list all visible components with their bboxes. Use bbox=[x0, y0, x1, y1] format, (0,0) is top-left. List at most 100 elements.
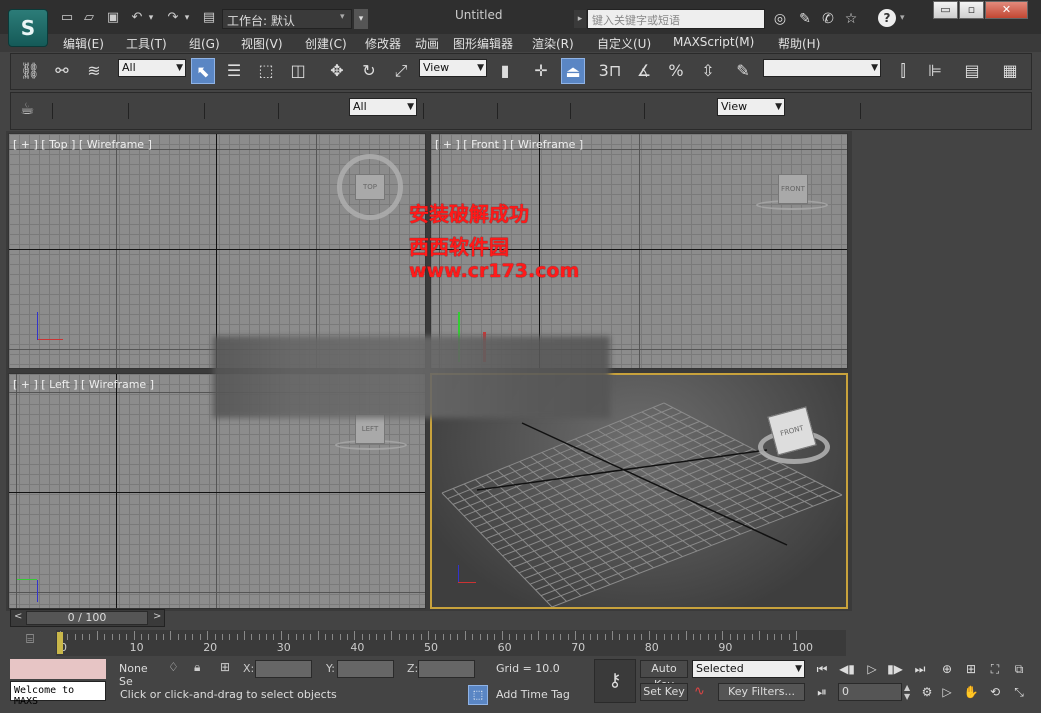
menu-item[interactable]: 渲染(R) bbox=[532, 35, 574, 52]
time-slider-value[interactable]: 0 / 100 bbox=[26, 611, 148, 625]
wrench-icon[interactable]: ✎ bbox=[795, 10, 815, 28]
play-icon[interactable]: ▷ bbox=[863, 660, 881, 678]
x-coord-field[interactable] bbox=[255, 660, 312, 678]
link-icon[interactable]: ⛓ bbox=[18, 58, 42, 84]
zoom-icon[interactable]: ⊕ bbox=[938, 660, 956, 678]
communication-icon[interactable]: ✆ bbox=[818, 10, 838, 28]
selection-filter-select[interactable]: All ▼ bbox=[118, 59, 186, 77]
undo-icon[interactable]: ↶ bbox=[128, 10, 146, 26]
pan-icon[interactable]: ✋ bbox=[962, 683, 980, 701]
next-frame-icon[interactable]: ▮▶ bbox=[886, 660, 904, 678]
rotate-icon[interactable]: ↻ bbox=[357, 58, 381, 84]
workspace-menu-button[interactable]: ▾ bbox=[354, 9, 368, 29]
key-mode-toggle-icon[interactable]: ⏯ bbox=[813, 683, 831, 701]
prev-frame-icon[interactable]: ◀▮ bbox=[838, 660, 856, 678]
key-tangent-icon[interactable]: ∿ bbox=[694, 684, 705, 699]
select-object-icon[interactable]: ⬉ bbox=[191, 58, 215, 84]
orbit-icon[interactable]: ⟲ bbox=[986, 683, 1004, 701]
ribbon-view-select[interactable]: View ▼ bbox=[717, 98, 785, 116]
goto-end-icon[interactable]: ⏭ bbox=[911, 660, 929, 678]
keyboard-shortcut-override-icon[interactable]: ⏏ bbox=[561, 58, 585, 84]
menu-item[interactable]: 视图(V) bbox=[241, 35, 283, 52]
spinner-snap-icon[interactable]: ⇳ bbox=[696, 58, 720, 84]
maxscript-listener-pink[interactable] bbox=[10, 659, 106, 679]
select-manipulate-icon[interactable]: ✛ bbox=[529, 58, 553, 84]
time-tag-icon[interactable]: ⬚ bbox=[468, 685, 488, 705]
help-icon[interactable]: ? bbox=[878, 9, 896, 27]
zoom-extents-all-icon[interactable]: ⧉ bbox=[1010, 660, 1028, 678]
menu-item[interactable]: 编辑(E) bbox=[63, 35, 104, 52]
redo-dropdown-icon[interactable]: ▾ bbox=[182, 10, 192, 26]
close-button[interactable]: ✕ bbox=[985, 1, 1028, 19]
angle-snap-icon[interactable]: ∡ bbox=[632, 58, 656, 84]
minimize-button[interactable]: ▭ bbox=[933, 1, 958, 19]
current-frame-field[interactable]: 0 bbox=[838, 683, 902, 701]
named-selection-select[interactable]: ▼ bbox=[763, 59, 881, 77]
maxscript-listener[interactable]: Welcome to MAXS bbox=[10, 681, 106, 707]
undo-dropdown-icon[interactable]: ▾ bbox=[146, 10, 156, 26]
favorites-star-icon[interactable]: ☆ bbox=[841, 10, 861, 28]
binoculars-icon[interactable]: ◎ bbox=[770, 10, 790, 28]
scale-icon[interactable]: ⤢ bbox=[389, 58, 413, 84]
lock-icon[interactable]: 🔒︎ bbox=[194, 660, 200, 675]
viewcube-icon[interactable]: FRONT bbox=[778, 174, 808, 204]
menu-item[interactable]: 帮助(H) bbox=[778, 35, 820, 52]
project-folder-icon[interactable]: ▤ bbox=[200, 10, 218, 26]
help-dropdown-icon[interactable]: ▾ bbox=[900, 13, 905, 23]
menu-item[interactable]: 创建(C) bbox=[305, 35, 347, 52]
y-coord-field[interactable] bbox=[337, 660, 394, 678]
auto-key-button[interactable]: Auto Key bbox=[640, 660, 688, 691]
viewcube-icon[interactable]: TOP bbox=[355, 174, 385, 200]
menu-item[interactable]: 自定义(U) bbox=[597, 35, 651, 52]
key-mode-select[interactable]: Selected ▼ bbox=[692, 660, 805, 678]
pivot-center-icon[interactable]: ▮ bbox=[493, 58, 517, 84]
viewport-label[interactable]: [ + ] [ Left ] [ Wireframe ] bbox=[13, 378, 154, 391]
menu-item[interactable]: 修改器 bbox=[365, 35, 401, 52]
maximize-viewport-icon[interactable]: ⤡ bbox=[1010, 683, 1028, 701]
menu-item[interactable]: 工具(T) bbox=[126, 35, 167, 52]
snaps-toggle-icon[interactable]: 3⊓ bbox=[598, 58, 622, 84]
zoom-extents-icon[interactable]: ⛶ bbox=[986, 660, 1004, 678]
graphite-tools-icon[interactable]: ▦ bbox=[998, 58, 1022, 84]
select-by-name-icon[interactable]: ☰ bbox=[222, 58, 246, 84]
viewport-label[interactable]: [ + ] [ Front ] [ Wireframe ] bbox=[435, 138, 583, 151]
align-icon[interactable]: ⊫ bbox=[923, 58, 947, 84]
time-config-icon[interactable]: ⚙ bbox=[918, 683, 936, 701]
absolute-mode-icon[interactable]: ⊞ bbox=[220, 660, 230, 674]
redo-icon[interactable]: ↷ bbox=[164, 10, 182, 26]
set-key-icon[interactable]: ⚷ bbox=[594, 659, 636, 703]
field-of-view-icon[interactable]: ▷ bbox=[938, 683, 956, 701]
edit-named-selection-icon[interactable]: ✎ bbox=[731, 58, 755, 84]
unlink-icon[interactable]: ⚯ bbox=[50, 58, 74, 84]
open-file-icon[interactable]: ▱ bbox=[80, 10, 98, 26]
move-icon[interactable]: ✥ bbox=[325, 58, 349, 84]
set-key-button[interactable]: Set Key bbox=[640, 683, 688, 701]
new-file-icon[interactable]: ▭ bbox=[58, 10, 76, 26]
menu-item[interactable]: 组(G) bbox=[189, 35, 220, 52]
goto-start-icon[interactable]: ⏮ bbox=[813, 660, 831, 678]
isolate-icon[interactable]: ♢ bbox=[168, 660, 179, 674]
rect-selection-icon[interactable]: ⬚ bbox=[254, 58, 278, 84]
layer-manager-icon[interactable]: ▤ bbox=[960, 58, 984, 84]
time-prev-icon[interactable]: < bbox=[14, 611, 22, 622]
viewport-label[interactable]: [ + ] [ Top ] [ Wireframe ] bbox=[13, 138, 152, 151]
bind-space-warp-icon[interactable]: ≋ bbox=[82, 58, 106, 84]
teapot-icon[interactable]: ☕ bbox=[20, 99, 34, 118]
mirror-icon[interactable]: ⫿ bbox=[891, 58, 915, 84]
curve-editor-icon[interactable]: ⌸ bbox=[18, 632, 42, 652]
menu-item[interactable]: MAXScript(M) bbox=[673, 35, 754, 49]
add-time-tag-label[interactable]: Add Time Tag bbox=[496, 688, 570, 701]
key-filters-button[interactable]: Key Filters... bbox=[718, 683, 805, 701]
restore-button[interactable]: ▫ bbox=[959, 1, 984, 19]
ref-coord-select[interactable]: View ▼ bbox=[419, 59, 487, 77]
viewcube-icon[interactable]: LEFT bbox=[355, 414, 385, 444]
window-crossing-icon[interactable]: ◫ bbox=[286, 58, 310, 84]
app-logo-button[interactable]: S bbox=[8, 9, 48, 47]
menu-item[interactable]: 图形编辑器 bbox=[453, 35, 513, 52]
percent-snap-icon[interactable]: % bbox=[664, 58, 688, 84]
zoom-all-icon[interactable]: ⊞ bbox=[962, 660, 980, 678]
time-marker[interactable] bbox=[57, 632, 63, 654]
menu-item[interactable]: 动画 bbox=[415, 35, 439, 52]
search-expand-icon[interactable]: ▸ bbox=[574, 10, 586, 28]
ribbon-filter-select[interactable]: All ▼ bbox=[349, 98, 417, 116]
